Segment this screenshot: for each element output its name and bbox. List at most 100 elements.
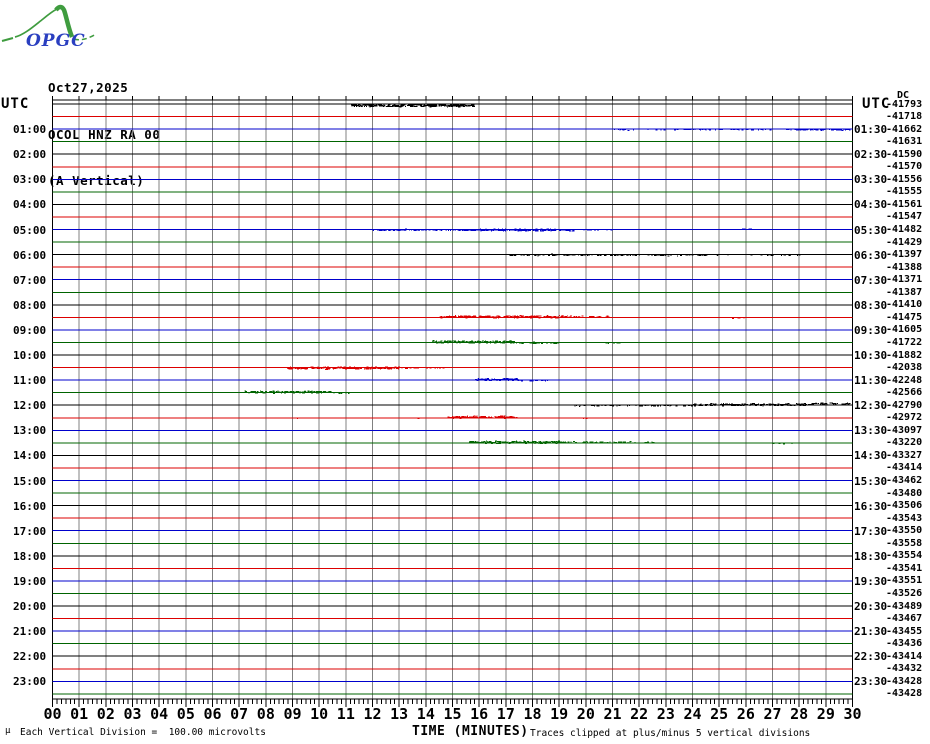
trace-noise-dot: [529, 255, 530, 256]
trace-noise-dot: [526, 442, 528, 443]
trace-noise-dot: [745, 405, 747, 406]
trace-noise-dot: [484, 441, 485, 442]
right-time-label: 01:30: [854, 124, 887, 135]
trace-noise-dot: [796, 403, 797, 404]
trace-noise-dot: [479, 442, 481, 443]
dc-value-label: -41397: [886, 250, 922, 260]
trace-noise-dot: [556, 254, 558, 255]
trace-noise-dot: [481, 442, 482, 443]
trace-noise-dot: [497, 316, 500, 317]
right-time-label: 15:30: [854, 476, 887, 487]
trace-noise-dot: [413, 229, 416, 230]
trace-noise-dot: [531, 380, 532, 381]
trace-noise-dot: [545, 316, 546, 317]
trace-noise-dot: [751, 255, 753, 256]
trace-noise-dot: [765, 405, 768, 406]
trace-noise-dot: [686, 129, 688, 130]
dc-value-label: -43543: [886, 514, 922, 524]
trace-noise-dot: [298, 368, 300, 369]
trace-noise-dot: [542, 229, 544, 230]
trace-noise-dot: [388, 105, 389, 106]
trace-noise-dot: [318, 368, 320, 369]
trace-noise-dot: [760, 404, 762, 405]
trace-noise-dot: [589, 316, 592, 317]
dc-value-label: -42566: [886, 388, 922, 398]
trace-noise-dot: [339, 367, 341, 368]
trace-noise-dot: [796, 129, 799, 130]
trace-noise-dot: [833, 129, 834, 130]
trace-noise-dot: [819, 128, 821, 129]
trace-noise-dot: [361, 105, 363, 106]
trace-noise-dot: [488, 379, 489, 380]
trace-noise-dot: [558, 442, 560, 443]
trace-noise-dot: [347, 368, 349, 369]
trace-noise-dot: [400, 106, 402, 107]
trace-noise-dot: [594, 406, 595, 407]
trace-noise-dot: [489, 417, 491, 418]
trace-noise-dot: [743, 229, 744, 230]
trace-noise-dot: [312, 367, 313, 368]
trace-noise-dot: [760, 405, 762, 406]
trace-noise-dot: [377, 367, 380, 368]
trace-noise-dot: [441, 367, 442, 368]
trace-noise-dot: [369, 106, 370, 107]
trace-noise-dot: [818, 403, 819, 404]
trace-noise-dot: [505, 380, 506, 381]
trace-noise-dot: [525, 231, 527, 232]
trace-noise-dot: [652, 255, 653, 256]
dc-value-label: -43455: [886, 627, 922, 637]
trace-noise-dot: [494, 317, 497, 318]
trace-noise-dot: [405, 229, 407, 230]
trace-noise-dot: [694, 129, 695, 130]
trace-noise-dot: [756, 404, 758, 405]
trace-noise-dot: [498, 317, 500, 318]
trace-noise-dot: [606, 316, 607, 317]
trace-noise-dot: [710, 254, 713, 255]
trace-noise-dot: [698, 255, 700, 256]
trace-noise-dot: [436, 342, 438, 343]
trace-noise-dot: [452, 342, 454, 343]
trace-noise-dot: [519, 230, 520, 231]
trace-noise-dot: [689, 255, 691, 256]
trace-noise-dot: [555, 229, 556, 230]
trace-noise-dot: [681, 255, 682, 256]
trace-noise-dot: [414, 106, 417, 107]
trace-noise-dot: [510, 416, 512, 417]
trace-noise-dot: [486, 342, 487, 343]
trace-noise-dot: [475, 316, 476, 317]
trace-noise-dot: [437, 368, 438, 369]
trace-noise-dot: [293, 418, 294, 419]
trace-noise-dot: [573, 441, 575, 442]
trace-noise-dot: [769, 404, 772, 405]
trace-noise-dot: [627, 255, 628, 256]
trace-noise-dot: [559, 315, 560, 316]
trace-noise-dot: [401, 104, 403, 105]
trace-noise-dot: [721, 404, 722, 405]
trace-noise-dot: [623, 442, 624, 443]
trace-noise-dot: [489, 316, 491, 317]
trace-noise-dot: [760, 254, 762, 255]
trace-noise-dot: [359, 368, 360, 369]
trace-noise-dot: [337, 392, 338, 393]
right-time-label: 05:30: [854, 225, 887, 236]
trace-noise-dot: [799, 255, 801, 256]
trace-noise-dot: [469, 229, 471, 230]
trace-noise-dot: [435, 368, 436, 369]
trace-noise-dot: [480, 379, 482, 380]
trace-noise-dot: [571, 255, 573, 256]
trace-noise-dot: [494, 442, 496, 443]
trace-noise-dot: [593, 316, 595, 317]
trace-noise-dot: [722, 404, 723, 405]
trace-noise-dot: [452, 417, 453, 418]
trace-noise-dot: [491, 378, 492, 379]
right-time-label: 19:30: [854, 576, 887, 587]
trace-noise-dot: [598, 229, 599, 230]
trace-noise-dot: [723, 403, 724, 404]
trace-noise-dot: [547, 441, 549, 442]
trace-noise-dot: [596, 406, 599, 407]
trace-noise-dot: [460, 105, 462, 106]
trace-noise-dot: [838, 129, 839, 130]
trace-noise-dot: [744, 404, 745, 405]
trace-noise-dot: [786, 129, 787, 130]
trace-noise-dot: [338, 368, 339, 369]
